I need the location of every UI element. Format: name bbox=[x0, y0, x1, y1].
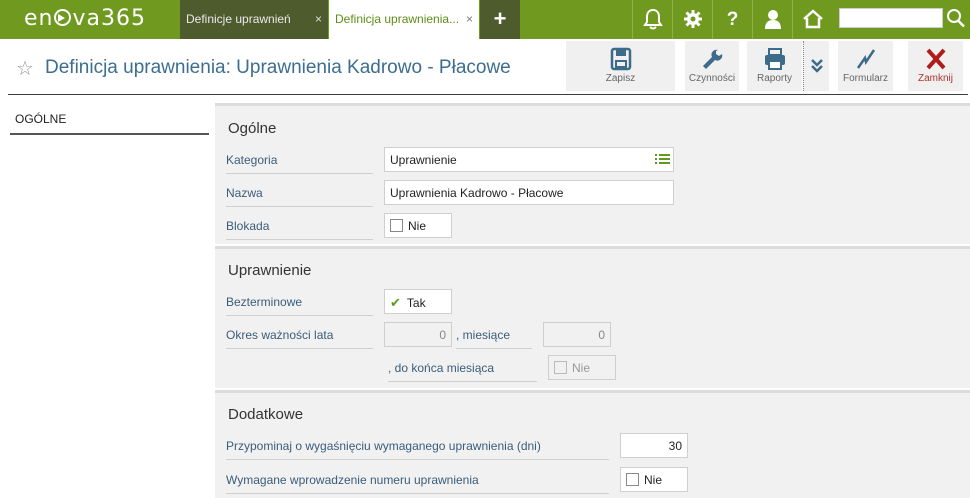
unlimited-value: Tak bbox=[406, 296, 426, 310]
section-title: Uprawnienie bbox=[228, 262, 312, 279]
home-icon[interactable] bbox=[792, 0, 832, 39]
checkbox-unchecked-icon bbox=[626, 473, 639, 486]
name-value: Uprawnienia Kadrowo - Płacowe bbox=[390, 186, 564, 200]
lock-value: Nie bbox=[408, 219, 427, 233]
reminder-days-label: Przypominaj o wygaśnięciu wymaganego upr… bbox=[226, 439, 609, 460]
search-input[interactable] bbox=[839, 8, 943, 28]
header-divider bbox=[8, 94, 968, 95]
section-additional: Dodatkowe Przypominaj o wygaśnięciu wyma… bbox=[215, 390, 970, 498]
save-button[interactable]: Zapisz bbox=[566, 41, 675, 91]
top-bar: en va365 Definicje uprawnień × Definicja … bbox=[0, 0, 970, 39]
require-number-value: Nie bbox=[644, 473, 663, 487]
checkbox-disabled-icon bbox=[554, 361, 567, 374]
lock-label: Blokada bbox=[226, 219, 373, 240]
tab-close-icon[interactable]: × bbox=[315, 12, 322, 26]
form-signature-icon bbox=[856, 49, 875, 69]
validity-months-value: 0 bbox=[598, 328, 605, 342]
reports-button[interactable]: Raporty bbox=[747, 41, 802, 91]
name-label: Nazwa bbox=[226, 186, 373, 207]
save-label: Zapisz bbox=[605, 73, 636, 84]
end-of-month-checkbox: Nie bbox=[548, 355, 616, 380]
end-of-month-label: , do końca miesiąca bbox=[388, 361, 537, 382]
tab-definitions-list[interactable]: Definicje uprawnień × bbox=[180, 0, 328, 39]
actions-button[interactable]: Czynności bbox=[685, 41, 739, 91]
notifications-bell-icon[interactable] bbox=[632, 0, 672, 39]
section-title: Ogólne bbox=[228, 120, 277, 137]
more-actions-dropdown[interactable] bbox=[803, 41, 829, 91]
category-value: Uprawnienie bbox=[390, 153, 457, 167]
app-logo: en va365 bbox=[24, 6, 146, 31]
reminder-days-value: 30 bbox=[668, 439, 682, 453]
unlimited-checkbox[interactable]: ✔ Tak bbox=[384, 289, 452, 314]
validity-years-label: Okres ważności lata bbox=[226, 328, 373, 349]
close-label: Zamknij bbox=[917, 73, 953, 84]
new-tab-button[interactable]: + bbox=[480, 0, 520, 39]
chevron-double-down-icon bbox=[811, 59, 823, 73]
close-button[interactable]: Zamknij bbox=[908, 41, 963, 91]
wrench-icon bbox=[703, 49, 723, 69]
unlimited-label: Bezterminowe bbox=[226, 295, 373, 316]
nav-item-label: OGÓLNE bbox=[15, 112, 67, 126]
actions-label: Czynności bbox=[688, 73, 736, 84]
reminder-days-field[interactable]: 30 bbox=[620, 433, 688, 458]
form-label: Formularz bbox=[842, 73, 888, 84]
page-title: Definicja uprawnienia: Uprawnienia Kadro… bbox=[45, 57, 511, 78]
printer-icon bbox=[764, 48, 785, 70]
end-of-month-value: Nie bbox=[572, 361, 591, 375]
user-icon[interactable] bbox=[752, 0, 792, 39]
tab-label: Definicja uprawnienia... bbox=[335, 12, 460, 26]
checkbox-unchecked-icon bbox=[390, 219, 403, 232]
validity-years-value: 0 bbox=[439, 328, 446, 342]
tab-close-icon[interactable]: × bbox=[466, 12, 473, 26]
form-button[interactable]: Formularz bbox=[838, 41, 893, 91]
tab-label: Definicje uprawnień bbox=[186, 12, 291, 26]
favorite-star-icon[interactable]: ☆ bbox=[16, 56, 34, 81]
lock-checkbox[interactable]: Nie bbox=[384, 213, 452, 238]
category-label: Kategoria bbox=[226, 153, 373, 174]
search-icon[interactable] bbox=[946, 7, 966, 29]
checkmark-icon: ✔ bbox=[390, 295, 401, 310]
reports-label: Raporty bbox=[756, 73, 792, 84]
category-field[interactable]: Uprawnienie bbox=[384, 147, 674, 172]
settings-gear-icon[interactable] bbox=[672, 0, 712, 39]
require-number-label: Wymagane wprowadzenie numeru uprawnienia bbox=[226, 473, 609, 494]
name-field[interactable]: Uprawnienia Kadrowo - Płacowe bbox=[384, 180, 674, 205]
list-picker-icon[interactable] bbox=[655, 153, 670, 165]
close-x-icon bbox=[926, 48, 945, 70]
validity-months-field: 0 bbox=[543, 322, 611, 347]
section-general: Ogólne Kategoria Uprawnienie Nazwa Upraw… bbox=[215, 103, 970, 244]
require-number-checkbox[interactable]: Nie bbox=[620, 467, 688, 492]
save-disk-icon bbox=[610, 47, 631, 71]
tab-definition-active[interactable]: Definicja uprawnienia... × bbox=[329, 0, 479, 39]
nav-item-general[interactable]: OGÓLNE bbox=[10, 104, 209, 135]
section-permission: Uprawnienie Bezterminowe ✔ Tak Okres ważn… bbox=[215, 246, 970, 388]
section-title: Dodatkowe bbox=[228, 406, 304, 423]
validity-years-field: 0 bbox=[384, 322, 452, 347]
validity-months-label: , miesiące bbox=[456, 328, 532, 349]
logo-play-icon bbox=[54, 9, 72, 26]
help-icon[interactable]: ? bbox=[712, 0, 752, 39]
